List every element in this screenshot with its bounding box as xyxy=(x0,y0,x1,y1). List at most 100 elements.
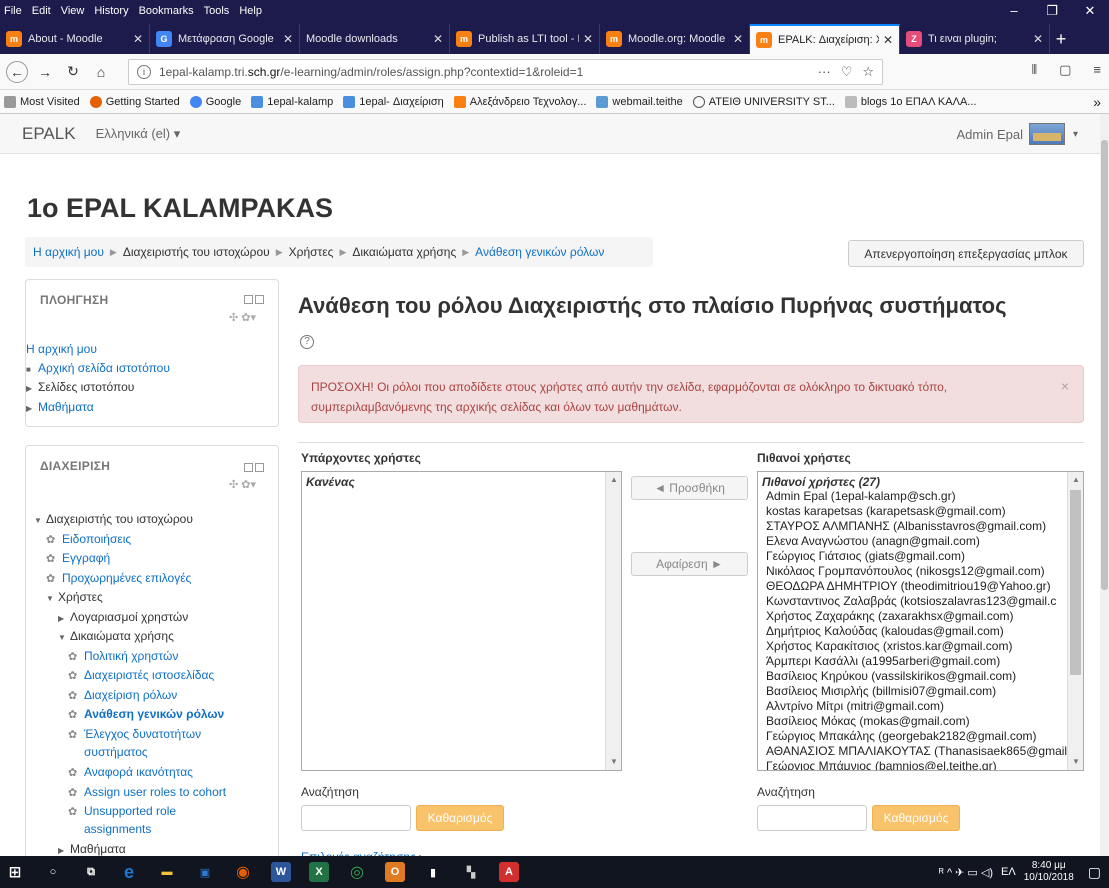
page-scrollbar[interactable] xyxy=(1100,114,1109,856)
scroll-up-icon[interactable]: ▲ xyxy=(606,472,621,488)
taskbar-app[interactable]: W xyxy=(266,856,296,888)
list-item[interactable]: Βασίλειος Κηρύκου (vassilskirikos@gmail.… xyxy=(758,669,1083,684)
turn-editing-off-button[interactable]: Απενεργοποίηση επεξεργασίας μπλοκ xyxy=(848,240,1084,267)
bookmark-item[interactable]: 1epal-kalamp xyxy=(251,95,333,108)
clear-button-potential[interactable]: Καθαρισμός xyxy=(872,805,960,831)
admin-item-assign-cohort-roles[interactable]: ✿ Assign user roles to cohort xyxy=(68,785,226,799)
list-item[interactable]: kostas karapetsas (karapetsask@gmail.com… xyxy=(758,504,1083,519)
list-item[interactable]: ΘΕΟΔΩΡΑ ΔΗΜΗΤΡΙΟΥ (theodimitriou19@Yahoo… xyxy=(758,579,1083,594)
browser-tab[interactable]: m Publish as LTI tool - M ✕ xyxy=(450,24,600,54)
close-tab-icon[interactable]: ✕ xyxy=(733,32,743,46)
menu-view[interactable]: View xyxy=(61,5,85,17)
listbox-scrollbar[interactable]: ▲ ▼ xyxy=(1067,472,1083,770)
browser-tab[interactable]: m About - Moodle ✕ xyxy=(0,24,150,54)
block-move-gear-icon[interactable]: ✣ ✿▾ xyxy=(229,311,256,324)
search-input-potential[interactable] xyxy=(757,805,867,831)
browser-tab[interactable]: G Μετάφραση Google ✕ xyxy=(150,24,300,54)
admin-item-registration[interactable]: ✿ Εγγραφή xyxy=(46,551,110,565)
bookmark-item[interactable]: Most Visited xyxy=(4,95,80,108)
nav-item-site-pages[interactable]: ▶ Σελίδες ιστοτόπου xyxy=(26,380,134,394)
admin-item-capability-overview[interactable]: ✿ Αναφορά ικανότητας xyxy=(68,765,193,779)
list-item[interactable]: Βασίλειος Μόκας (mokas@gmail.com) xyxy=(758,714,1083,729)
list-item[interactable]: Γεώργιος Μπάμνιος (bamnios@el.teithe.gr) xyxy=(758,759,1083,770)
home-button[interactable]: ⌂ xyxy=(90,61,112,83)
bookmark-item[interactable]: 1epal- Διαχείριση xyxy=(343,95,444,108)
potential-users-select[interactable]: Πιθανοί χρήστες (27) Admin Epal (1epal-k… xyxy=(757,471,1084,771)
list-item[interactable]: Γεώργιος Γιάτσιος (giats@gmail.com) xyxy=(758,549,1083,564)
close-window-icon[interactable]: ✕ xyxy=(1071,0,1109,22)
admin-item-notifications[interactable]: ✿ Ειδοποιήσεις xyxy=(46,532,131,546)
language-menu[interactable]: Ελληνικά (el) ▾ xyxy=(96,126,181,142)
notifications-icon[interactable]: ▢ xyxy=(1088,864,1101,881)
bookmark-item[interactable]: Getting Started xyxy=(89,95,180,108)
browser-tab[interactable]: Z Τι ειναι plugin; ✕ xyxy=(900,24,1050,54)
breadcrumb-assign-roles[interactable]: Ανάθεση γενικών ρόλων xyxy=(475,245,604,259)
close-tab-icon[interactable]: ✕ xyxy=(133,32,143,46)
close-tab-icon[interactable]: ✕ xyxy=(1033,32,1043,46)
taskbar-app[interactable]: ▣ xyxy=(190,856,220,888)
menu-edit[interactable]: Edit xyxy=(32,5,51,17)
taskbar-app[interactable]: ▚ xyxy=(456,856,486,888)
taskbar-app[interactable]: ⊞ xyxy=(0,856,30,888)
taskbar-app[interactable]: ◉ xyxy=(228,856,258,888)
admin-item-define-roles[interactable]: ✿ Διαχείριση ρόλων xyxy=(68,688,177,702)
pocket-icon[interactable]: ♡ xyxy=(841,64,853,80)
bookmark-star-icon[interactable]: ☆ xyxy=(862,64,874,80)
add-button[interactable]: ◄ Προσθήκη xyxy=(631,476,748,500)
page-actions-icon[interactable]: ··· xyxy=(818,64,831,80)
menu-bookmarks[interactable]: Bookmarks xyxy=(139,5,194,17)
list-item[interactable]: Γεώργιος Μπακάλης (georgebak2182@gmail.c… xyxy=(758,729,1083,744)
taskbar-app[interactable]: ◎ xyxy=(342,856,372,888)
language-indicator[interactable]: ΕΛ xyxy=(1001,866,1016,878)
breadcrumb-home[interactable]: Η αρχική μου xyxy=(33,245,104,259)
bookmark-item[interactable]: ΑΤΕΙΘ UNIVERSITY ST... xyxy=(692,95,835,108)
library-icon[interactable]: ⫴ xyxy=(1032,62,1037,78)
list-item[interactable]: Χρήστος Καρακίτσιος (xristos.kar@gmail.c… xyxy=(758,639,1083,654)
taskbar-app[interactable]: X xyxy=(304,856,334,888)
taskbar-app[interactable]: ⧉ xyxy=(76,856,106,888)
block-move-gear-icon[interactable]: ✣ ✿▾ xyxy=(229,478,256,491)
admin-item-assign-system-roles[interactable]: ✿ Ανάθεση γενικών ρόλων xyxy=(68,707,224,721)
nav-item-home[interactable]: Η αρχική μου xyxy=(26,342,97,356)
help-icon[interactable]: ? xyxy=(300,335,314,349)
close-tab-icon[interactable]: ✕ xyxy=(583,32,593,46)
minimize-icon[interactable]: – xyxy=(995,0,1033,22)
admin-item-users[interactable]: ▼ Χρήστες xyxy=(46,590,103,604)
bookmark-item[interactable]: blogs 1ο ΕΠΑΛ ΚΑΛΑ... xyxy=(844,95,976,108)
new-tab-button[interactable]: + xyxy=(1050,24,1072,54)
taskbar-app[interactable]: O xyxy=(380,856,410,888)
hamburger-menu-icon[interactable]: ≡ xyxy=(1093,62,1101,78)
existing-users-select[interactable]: Κανένας ▲ ▼ xyxy=(301,471,622,771)
scroll-down-icon[interactable]: ▼ xyxy=(606,754,621,770)
nav-item-site-home[interactable]: ■ Αρχική σελίδα ιστοτόπου xyxy=(26,361,170,375)
scrollbar-thumb[interactable] xyxy=(1101,140,1108,590)
taskbar-app[interactable]: ○ xyxy=(38,856,68,888)
bookmark-item[interactable]: webmail.teithe xyxy=(596,95,683,108)
close-icon[interactable]: × xyxy=(1061,376,1069,396)
menu-history[interactable]: History xyxy=(94,5,128,17)
browser-tab[interactable]: Moodle downloads ✕ xyxy=(300,24,450,54)
close-tab-icon[interactable]: ✕ xyxy=(883,33,893,47)
site-info-icon[interactable]: i xyxy=(137,64,151,79)
bookmark-item[interactable]: Αλεξάνδρειο Τεχνολογ... xyxy=(453,95,586,108)
clock[interactable]: 8:40 μμ 10/10/2018 xyxy=(1024,860,1074,884)
taskbar-app[interactable]: A xyxy=(494,856,524,888)
site-brand[interactable]: EPALK xyxy=(22,124,76,144)
bookmarks-overflow-icon[interactable]: » xyxy=(1093,94,1101,110)
taskbar-app[interactable]: ▬ xyxy=(152,856,182,888)
list-item[interactable]: Αλντρίνο Μίτρι (mitri@gmail.com) xyxy=(758,699,1083,714)
admin-item-permissions[interactable]: ▼ Δικαιώματα χρήσης xyxy=(58,629,174,643)
admin-item-advanced-features[interactable]: ✿ Προχωρημένες επιλογές xyxy=(46,571,191,585)
list-item[interactable]: Δημήτριος Καλούδας (kaloudas@gmail.com) xyxy=(758,624,1083,639)
back-button[interactable]: ← xyxy=(6,60,28,83)
list-item[interactable]: Χρήστος Ζαχαράκης (zaxarakhsx@gmail.com) xyxy=(758,609,1083,624)
restore-icon[interactable]: ❐ xyxy=(1033,0,1071,22)
clear-button-existing[interactable]: Καθαρισμός xyxy=(416,805,504,831)
remove-button[interactable]: Αφαίρεση ► xyxy=(631,552,748,576)
listbox-scrollbar[interactable]: ▲ ▼ xyxy=(605,472,621,770)
admin-item-site-administrators[interactable]: ✿ Διαχειριστές ιστοσελίδας xyxy=(68,668,214,682)
admin-item-user-policies[interactable]: ✿ Πολιτική χρηστών xyxy=(68,649,178,663)
reload-button[interactable]: ↻ xyxy=(62,61,84,83)
user-menu[interactable]: Admin Epal ▾ xyxy=(956,123,1078,145)
tray-icons[interactable]: ᴿ ^ ✈ ▭ ◁) xyxy=(939,866,993,879)
